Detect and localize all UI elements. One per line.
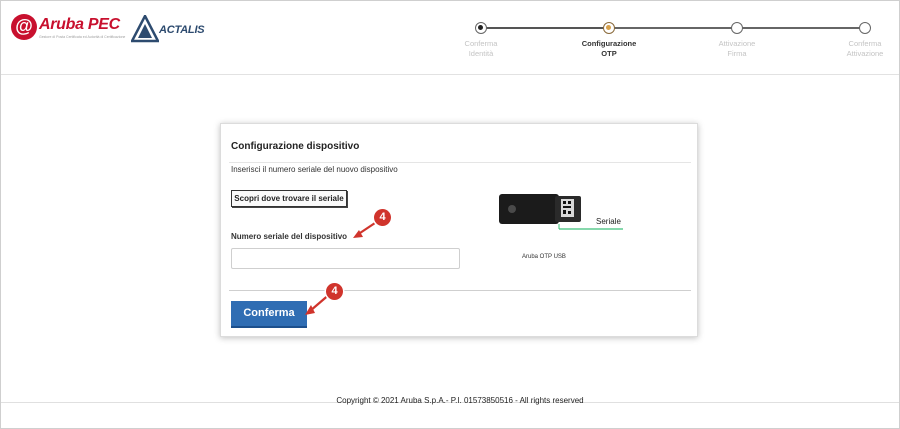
step-label-line: Firma (727, 49, 747, 58)
device-config-card: Configurazione dispositivo Inserisci il … (220, 123, 698, 337)
serial-caption: Seriale (596, 217, 621, 226)
stepper-connector (481, 27, 609, 29)
annotation-badge: 4 (374, 209, 391, 226)
divider (229, 162, 691, 163)
step-label-line: Conferma (464, 39, 498, 48)
step-label-line: OTP (601, 49, 617, 58)
actalis-triangle-icon (131, 15, 159, 43)
step-3-pending-icon (731, 22, 743, 34)
card-title: Configurazione dispositivo (231, 141, 360, 152)
step-4-pending-icon (859, 22, 871, 34)
step-2-current-icon (603, 22, 615, 34)
card-description: Inserisci il numero seriale del nuovo di… (231, 165, 398, 174)
find-serial-button[interactable]: Scopri dove trovare il seriale (231, 190, 347, 207)
step-label-line: Attivazione (718, 39, 756, 48)
step-label-line: Conferma (848, 39, 882, 48)
divider (229, 290, 691, 291)
step-label-configurazione-otp: Configurazione OTP (574, 39, 644, 59)
footer-copyright: Copyright © 2021 Aruba S.p.A.- P.I. 0157… (336, 396, 584, 405)
aruba-pec-logo[interactable]: @ Aruba PEC Gestore di Posta Certificata… (11, 14, 129, 44)
aruba-at-icon: @ (11, 14, 37, 40)
otp-usb-key-icon (499, 194, 623, 230)
step-label-conferma-attivazione: Conferma Attivazione (830, 39, 900, 59)
top-header: @ Aruba PEC Gestore di Posta Certificata… (1, 1, 899, 75)
device-caption: Aruba OTP USB (522, 254, 566, 260)
serial-field-label: Numero seriale del dispositivo (231, 232, 348, 241)
confirm-button[interactable]: Conferma (231, 301, 307, 328)
step-label-attivazione-firma: Attivazione Firma (702, 39, 772, 59)
step-label-conferma-identita: Conferma Identità (446, 39, 516, 59)
stepper-connector (737, 27, 865, 29)
aruba-brand-name: Aruba PEC (39, 16, 120, 33)
aruba-tagline: Gestore di Posta Certificata ed Autorità… (39, 35, 126, 39)
annotation-badge: 4 (326, 283, 343, 300)
step-label-line: Identità (468, 49, 494, 58)
step-label-line: Attivazione (846, 49, 884, 58)
actalis-logo[interactable]: ACTALIS (131, 15, 211, 43)
step-1-done-icon (475, 22, 487, 34)
stepper-connector (609, 27, 737, 29)
step-label-line: Configurazione (581, 39, 637, 48)
progress-stepper: Conferma Identità Configurazione OTP Att… (465, 21, 883, 71)
serial-number-input[interactable] (231, 248, 460, 269)
actalis-brand-name: ACTALIS (159, 24, 205, 36)
